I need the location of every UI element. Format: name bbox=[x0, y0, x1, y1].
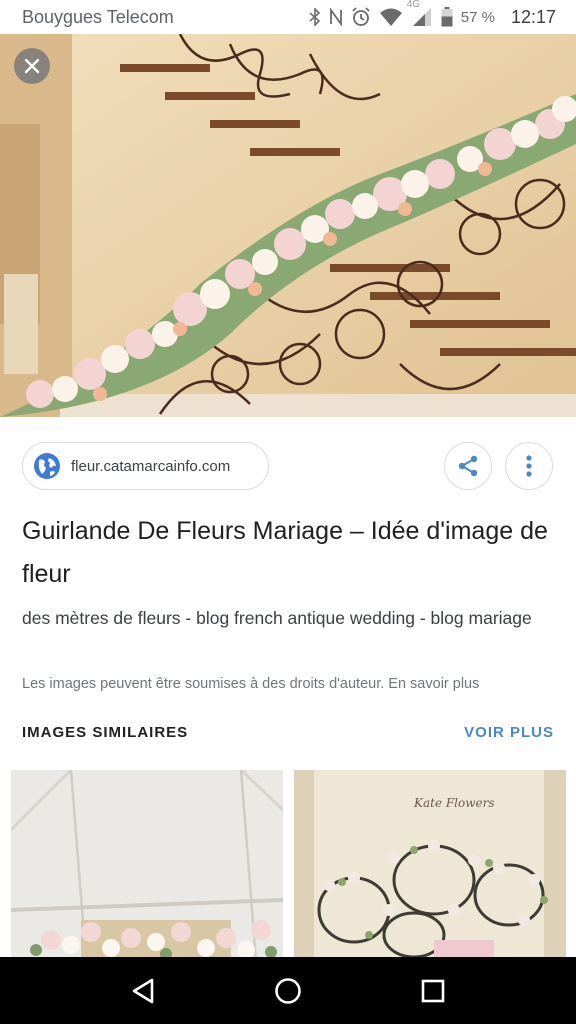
learn-more-link[interactable]: En savoir plus bbox=[388, 676, 479, 692]
home-button[interactable] bbox=[264, 967, 312, 1015]
share-button[interactable] bbox=[444, 442, 492, 490]
close-button[interactable] bbox=[14, 48, 50, 84]
similar-image-thumbnail[interactable]: Kate Flowers bbox=[294, 770, 566, 960]
similar-image-thumbnail[interactable] bbox=[11, 770, 283, 960]
more-options-button[interactable] bbox=[505, 442, 553, 490]
nfc-icon bbox=[329, 8, 343, 26]
result-description: des mètres de fleurs - blog french antiq… bbox=[22, 608, 532, 628]
network-type: 4G bbox=[406, 0, 421, 10]
close-icon bbox=[24, 58, 40, 74]
alarm-icon bbox=[351, 7, 371, 27]
more-vert-icon bbox=[526, 455, 532, 477]
staircase-garland-photo bbox=[0, 34, 576, 417]
back-icon bbox=[132, 978, 153, 1003]
source-link[interactable]: fleur.catamarcainfo.com bbox=[22, 442, 269, 490]
back-button[interactable] bbox=[119, 967, 167, 1015]
carrier-name: Bouygues Telecom bbox=[22, 6, 174, 27]
battery-icon bbox=[441, 7, 453, 27]
battery-percent: 57 % bbox=[460, 8, 495, 26]
thumbnail-brand-text: Kate Flowers bbox=[414, 796, 495, 810]
share-icon bbox=[458, 455, 478, 477]
tent-wedding-photo bbox=[11, 770, 283, 960]
home-icon bbox=[275, 977, 301, 1004]
similar-images-header: IMAGES SIMILAIRES bbox=[22, 724, 189, 741]
status-bar: Bouygues Telecom 4G 57 % 12:17 bbox=[0, 0, 576, 34]
source-domain: fleur.catamarcainfo.com bbox=[71, 457, 231, 475]
see-more-link[interactable]: VOIR PLUS bbox=[464, 724, 554, 741]
copyright-notice: Les images peuvent être soumises à des d… bbox=[22, 674, 562, 694]
recents-button[interactable] bbox=[409, 967, 457, 1015]
system-nav-bar bbox=[0, 957, 576, 1024]
wifi-icon bbox=[379, 7, 403, 27]
hero-image[interactable] bbox=[0, 34, 576, 417]
result-title[interactable]: Guirlande De Fleurs Mariage – Idée d'ima… bbox=[22, 510, 552, 596]
signal-icon: 4G bbox=[407, 0, 433, 27]
bluetooth-icon bbox=[309, 8, 321, 26]
clock: 12:17 bbox=[510, 6, 556, 27]
recents-icon bbox=[422, 979, 445, 1002]
status-icons: 4G 57 % 12:17 bbox=[309, 0, 556, 28]
copyright-text: Les images peuvent être soumises à des d… bbox=[22, 676, 385, 692]
globe-icon bbox=[33, 452, 61, 480]
